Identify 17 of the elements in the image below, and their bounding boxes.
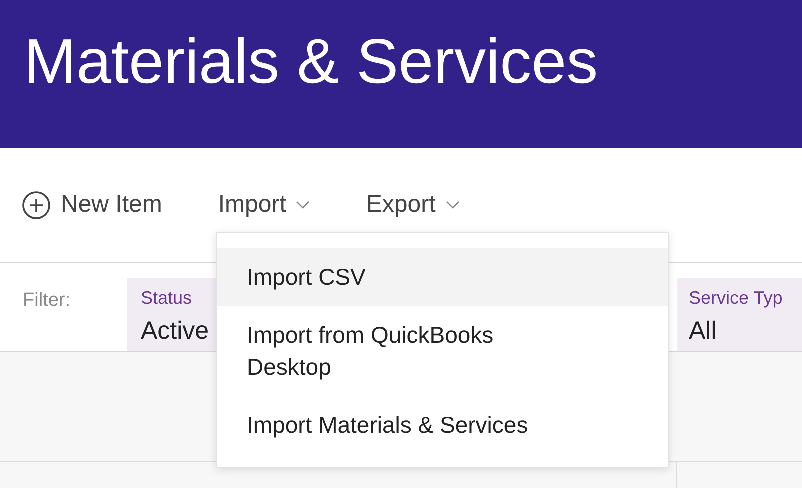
menu-button[interactable]: Import: [218, 187, 310, 223]
new-item-button[interactable]: New Item: [22, 186, 162, 224]
menu-button[interactable]: Export: [366, 187, 460, 223]
page-title: Materials & Services: [24, 26, 598, 99]
chevron-down-icon: [446, 201, 460, 209]
filter-label: Filter:: [23, 290, 70, 312]
filter-dropdown[interactable]: Status Active: [127, 278, 216, 351]
menu-item[interactable]: Import from QuickBooks Desktop: [217, 306, 668, 396]
field-label: Status: [141, 287, 194, 309]
chevron-down-icon: [296, 201, 310, 209]
field-value: All: [689, 316, 717, 347]
menu-item[interactable]: Import CSV: [217, 248, 668, 306]
field-label: Service Typ: [689, 287, 784, 309]
menu-item[interactable]: Import Materials & Services: [217, 396, 668, 454]
field-value: Active: [141, 316, 210, 347]
plus-circle-icon: [22, 190, 51, 220]
filter-dropdown[interactable]: Service Typ All: [677, 278, 802, 351]
